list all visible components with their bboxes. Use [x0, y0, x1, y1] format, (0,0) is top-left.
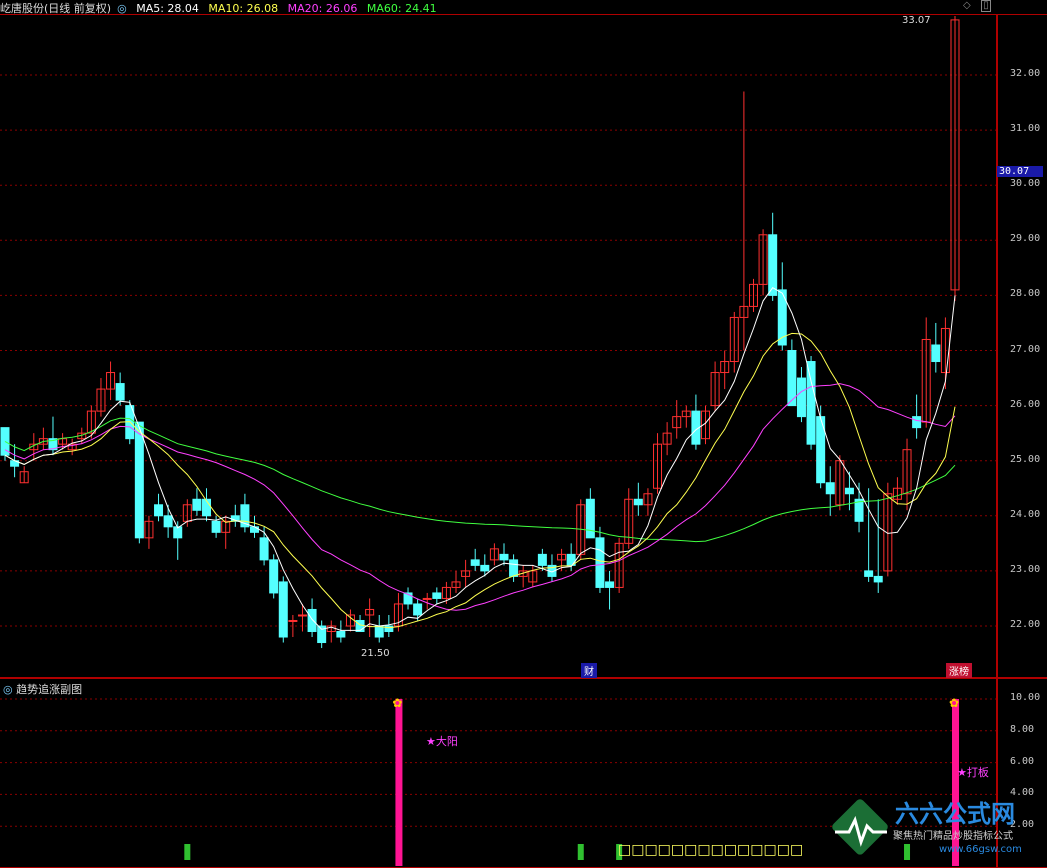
candle-down	[115, 383, 125, 401]
candle-down	[163, 515, 173, 528]
price-tick-label: 30.00	[1010, 178, 1041, 190]
candle-down	[844, 487, 854, 495]
candle-down	[633, 498, 643, 506]
candle-down	[269, 559, 279, 594]
price-tick-label: 22.00	[1010, 619, 1041, 630]
candle-down	[384, 625, 394, 633]
candle-down	[595, 537, 605, 588]
candle-down	[278, 581, 288, 638]
price-tick-label: 25.00	[1010, 453, 1041, 465]
sub-tick-label: 10.00	[1010, 692, 1041, 703]
candle-up	[288, 619, 298, 622]
brand-slogan: 聚焦热门精品炒股指标公式	[893, 831, 1013, 842]
low-price-label: 21.50	[361, 648, 390, 659]
candle-down	[470, 559, 480, 566]
price-tick-label: 31.00	[1010, 123, 1041, 135]
candle-down	[192, 498, 202, 511]
chart-header: 屹唐股份(日线 前复权) ◎ MA5: 28.04 MA10: 26.08 MA2…	[0, 0, 443, 15]
green-marker	[184, 844, 191, 860]
bottom-squares: □□□□□□□□□□□□□□	[618, 842, 804, 858]
brand-name: 六六公式网	[895, 800, 1015, 828]
rank-tag[interactable]: 涨榜	[946, 663, 972, 678]
candle-down	[211, 520, 221, 533]
candle-down	[796, 377, 806, 418]
candle-down	[931, 344, 941, 363]
logo-icon	[832, 799, 888, 855]
candle-down	[154, 504, 164, 517]
price-tick-label: 29.00	[1010, 233, 1041, 245]
finance-tag[interactable]: 财	[581, 663, 597, 678]
price-tick-label: 28.00	[1010, 288, 1041, 300]
signal-bar	[395, 699, 403, 866]
candle-down	[480, 564, 490, 572]
candle-down	[249, 526, 259, 533]
price-tick-label: 26.00	[1010, 398, 1041, 410]
sub-tick-label: 6.00	[1010, 755, 1035, 767]
candle-down	[432, 592, 442, 599]
brand-url: www.66gsw.com	[939, 844, 1022, 855]
candle-up	[422, 597, 432, 600]
candle-down	[537, 553, 547, 566]
high-price-label: 33.07	[902, 15, 931, 26]
candle-down	[259, 537, 269, 561]
candle-down	[307, 608, 317, 633]
candle-down	[499, 553, 509, 561]
signal-flag-icon: ✿	[392, 696, 402, 710]
candle-down	[864, 570, 874, 577]
candle-down	[605, 581, 615, 588]
brand-logo: 六六公式网 聚焦热门精品炒股指标公式 www.66gsw.com	[829, 794, 1045, 864]
signal-flag-icon: ✿	[949, 696, 959, 710]
candle-down	[873, 575, 883, 583]
price-tick-label: 24.00	[1010, 508, 1041, 520]
ma5-line	[4, 287, 956, 631]
signal-daban-label: ★打板	[957, 766, 989, 779]
window-toggle-icon[interactable]: ▯	[981, 0, 991, 12]
diamond-icon[interactable]: ◇	[963, 0, 971, 11]
candle-down	[374, 625, 384, 638]
candle-down	[825, 482, 835, 495]
current-price-box: 30.07	[997, 166, 1043, 177]
candle-down	[336, 631, 346, 638]
candle-down	[806, 361, 816, 445]
candle-down	[509, 559, 519, 577]
candle-down	[912, 416, 922, 429]
candlestick-chart[interactable]	[0, 14, 996, 678]
price-tick-label: 27.00	[1010, 343, 1041, 355]
candle-down	[134, 421, 144, 539]
sub-tick-label: 8.00	[1010, 723, 1035, 735]
price-tick-label: 23.00	[1010, 563, 1041, 575]
candle-up	[297, 614, 307, 617]
candle-down	[768, 234, 778, 296]
price-tick-label: 32.00	[1010, 68, 1041, 79]
signal-dayang-label: ★大阳	[426, 735, 458, 748]
candle-down	[413, 603, 423, 616]
candle-down	[585, 498, 595, 539]
green-marker	[577, 844, 584, 860]
